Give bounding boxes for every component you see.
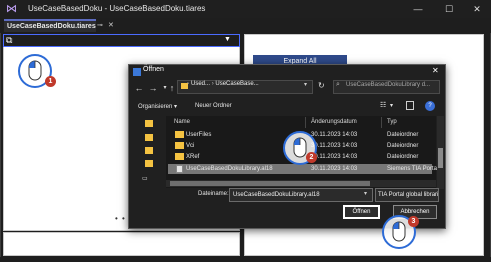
breadcrumb-segment[interactable]: UseCaseBase...: [215, 81, 258, 87]
dialog-title: Öffnen: [143, 66, 164, 73]
preview-pane-icon[interactable]: [406, 101, 414, 110]
folder-icon: [175, 142, 184, 149]
chevron-down-icon[interactable]: ▾: [304, 81, 307, 88]
help-icon[interactable]: ?: [425, 101, 435, 111]
back-arrow-icon[interactable]: ←: [133, 82, 145, 94]
chevron-down-icon[interactable]: ▼: [224, 35, 234, 45]
search-icon: ⌕: [336, 81, 340, 88]
scrollbar-thumb[interactable]: [438, 148, 443, 168]
nav-folder-icon[interactable]: [145, 147, 153, 154]
file-name: UseCaseBasedDokuLibrary.al18: [186, 166, 273, 172]
folder-icon: [175, 153, 184, 160]
forward-arrow-icon[interactable]: →: [147, 82, 159, 94]
breadcrumb-segment[interactable]: Used...: [191, 81, 210, 87]
file-type: Siemens TIA Portal: [387, 166, 439, 172]
nav-folder-icon[interactable]: [145, 134, 153, 141]
nav-drive-icon[interactable]: ▭: [142, 175, 154, 183]
chevron-down-icon[interactable]: ▾: [364, 190, 367, 197]
view-options-icon[interactable]: ☷: [380, 101, 386, 109]
file-date: 30.11.2023 14:03: [311, 154, 358, 160]
refresh-icon[interactable]: ↻: [318, 80, 329, 92]
close-window-button[interactable]: ✕: [466, 1, 488, 17]
file-type: Dateiordner: [387, 132, 419, 138]
new-folder-button[interactable]: Neuer Ordner: [195, 103, 232, 109]
column-divider[interactable]: [381, 117, 382, 128]
organize-menu-button[interactable]: Organisieren ▾: [138, 103, 177, 110]
maximize-button[interactable]: ☐: [438, 1, 460, 17]
file-name: UserFiles: [186, 132, 212, 138]
left-bottom-panel: [3, 232, 240, 256]
breadcrumb[interactable]: Used... › UseCaseBase...: [191, 81, 259, 87]
file-name: XRef: [186, 154, 200, 160]
step-badge: 3: [408, 216, 419, 227]
copy-icon[interactable]: ⧉: [6, 35, 16, 45]
visual-studio-logo-icon: ⋈: [6, 3, 17, 15]
chevron-down-icon[interactable]: ▾: [390, 102, 393, 109]
file-type: Dateiordner: [387, 154, 419, 160]
step-badge: 2: [306, 152, 317, 163]
filename-field[interactable]: UseCaseBasedDokuLibrary.al18: [229, 188, 373, 202]
step-badge: 1: [45, 76, 56, 87]
file-date: 30.11.2023 14:03: [311, 143, 358, 149]
nav-folder-icon[interactable]: [145, 120, 153, 127]
minimize-button[interactable]: —: [407, 1, 429, 17]
left-panel-toolbar: [3, 34, 240, 47]
window-title: UseCaseBasedDoku - UseCaseBasedDoku.tiar…: [28, 4, 206, 13]
library-file-icon: [176, 165, 183, 173]
dialog-close-icon[interactable]: ✕: [432, 66, 439, 75]
status-strip: [0, 257, 491, 262]
column-header-name[interactable]: Name: [174, 119, 190, 125]
filetype-select[interactable]: TIA Portal global libraries (*.al*: [375, 188, 439, 202]
scrollbar-thumb[interactable]: [170, 181, 370, 186]
folder-icon: [175, 131, 184, 138]
filename-label: Dateiname:: [198, 191, 229, 197]
pin-icon[interactable]: ⊸: [97, 19, 107, 32]
file-date: 30.11.2023 14:03: [311, 132, 358, 138]
nav-folder-icon[interactable]: [145, 160, 153, 167]
open-button[interactable]: Öffnen: [343, 205, 380, 219]
breadcrumb-separator-icon: ›: [187, 81, 189, 87]
column-divider[interactable]: [305, 117, 306, 128]
file-date: 30.11.2023 14:03: [311, 166, 358, 172]
file-name: Vci: [186, 143, 195, 149]
document-tab[interactable]: UseCaseBasedDoku.tiares: [4, 19, 96, 32]
dialog-app-icon: [133, 68, 141, 76]
tab-close-icon[interactable]: ✕: [108, 19, 118, 32]
column-header-type[interactable]: Typ: [387, 119, 397, 125]
search-placeholder: UseCaseBasedDokuLibrary d...: [346, 82, 431, 88]
column-header-date[interactable]: Änderungsdatum: [311, 119, 357, 125]
file-type: Dateiordner: [387, 143, 419, 149]
